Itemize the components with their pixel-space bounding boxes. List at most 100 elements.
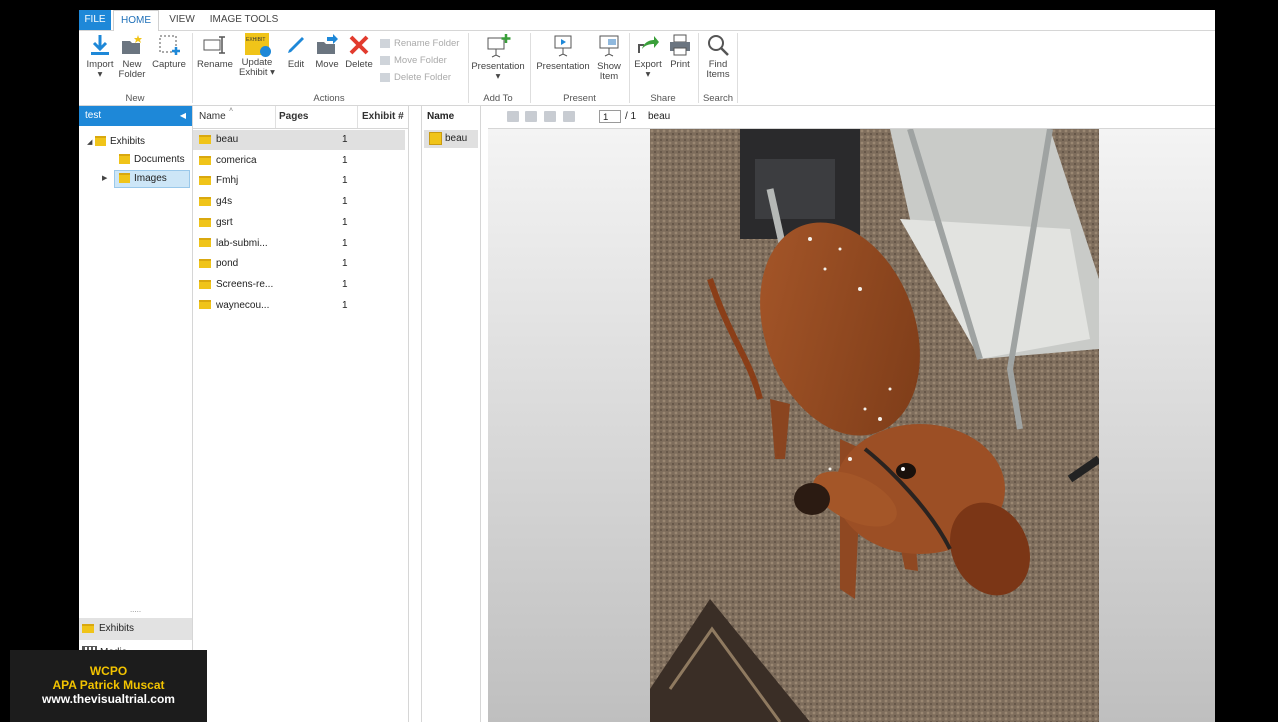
folder-icon bbox=[119, 154, 130, 165]
nav-label: Exhibits bbox=[99, 623, 135, 634]
new-folder-button[interactable]: New Folder bbox=[117, 33, 147, 80]
page-item[interactable]: beau bbox=[424, 130, 478, 148]
next-page-button[interactable] bbox=[544, 111, 556, 122]
row-pages: 1 bbox=[342, 299, 348, 311]
rename-button[interactable]: Rename bbox=[197, 33, 233, 70]
image-viewer: 1 / 1 beau bbox=[488, 106, 1215, 722]
document-name: beau bbox=[648, 111, 671, 122]
page-item-label: beau bbox=[445, 133, 468, 144]
row-name-text: g4s bbox=[216, 196, 233, 208]
pencil-icon bbox=[288, 37, 304, 53]
table-row[interactable]: pond 1 bbox=[193, 254, 405, 274]
row-pages: 1 bbox=[342, 278, 348, 290]
row-name-text: gsrt bbox=[216, 216, 233, 228]
presentation-button[interactable]: Presentation bbox=[535, 33, 591, 72]
tree-node-documents[interactable]: Documents bbox=[119, 152, 185, 168]
case-name: test bbox=[85, 110, 102, 121]
ribbon: Import ▾ New Folder Capture New Rename EX… bbox=[79, 31, 1215, 106]
table-row[interactable]: beau 1 bbox=[193, 130, 405, 150]
show-item-button[interactable]: Show Item bbox=[593, 33, 625, 82]
exhibit-update-icon: EXHIBIT bbox=[245, 33, 271, 57]
delete-folder-label: Delete Folder bbox=[394, 72, 452, 83]
tree-node-exhibits[interactable]: ◢ Exhibits bbox=[87, 134, 145, 150]
table-row[interactable]: g4s 1 bbox=[193, 192, 405, 212]
rename-label: Rename bbox=[197, 59, 233, 70]
exhibit-icon bbox=[199, 155, 211, 165]
delete-label: Delete bbox=[345, 59, 373, 70]
row-pages: 1 bbox=[342, 237, 348, 249]
delete-button[interactable]: Delete bbox=[343, 33, 375, 70]
row-name-text: lab-submi... bbox=[216, 237, 268, 249]
rename-folder-button[interactable]: Rename Folder bbox=[380, 37, 459, 50]
row-name-text: beau bbox=[216, 134, 239, 145]
delete-folder-button[interactable]: Delete Folder bbox=[380, 71, 451, 84]
table-row[interactable]: comerica 1 bbox=[193, 151, 405, 171]
print-button[interactable]: Print bbox=[666, 33, 694, 70]
capture-button[interactable]: Capture bbox=[151, 33, 187, 70]
table-row[interactable]: lab-submi... 1 bbox=[193, 234, 405, 254]
table-row[interactable]: waynecou... 1 bbox=[193, 296, 405, 316]
row-name: comerica bbox=[199, 151, 257, 171]
dog-photo bbox=[650, 129, 1099, 722]
expanded-arrow-icon[interactable]: ◢ bbox=[87, 135, 95, 151]
page-number-input[interactable]: 1 bbox=[599, 110, 621, 123]
previous-page-button[interactable] bbox=[525, 111, 537, 122]
move-button[interactable]: Move bbox=[313, 33, 341, 70]
exhibit-image[interactable] bbox=[650, 129, 1099, 722]
group-separator bbox=[737, 33, 738, 103]
rename-folder-icon bbox=[380, 38, 390, 48]
move-folder-button[interactable]: Move Folder bbox=[380, 54, 447, 67]
table-row[interactable]: gsrt 1 bbox=[193, 213, 405, 233]
row-name: waynecou... bbox=[199, 296, 269, 316]
exhibit-icon bbox=[199, 279, 211, 289]
tree-node-images-expander[interactable]: ▶ bbox=[102, 170, 110, 186]
exhibit-icon bbox=[199, 300, 211, 310]
tab-view[interactable]: VIEW bbox=[165, 10, 199, 30]
watermark-url: www.thevisualtrial.com bbox=[42, 692, 175, 706]
row-name: lab-submi... bbox=[199, 234, 268, 254]
column-label: Name bbox=[199, 111, 226, 122]
collapse-panel-icon[interactable]: ◀ bbox=[180, 106, 186, 126]
rename-folder-label: Rename Folder bbox=[394, 38, 460, 49]
tab-home[interactable]: HOME bbox=[113, 10, 159, 32]
watermark-overlay: WCPO APA Patrick Muscat www.thevisualtri… bbox=[10, 650, 207, 722]
export-button[interactable]: Export ▾ bbox=[632, 33, 664, 80]
collapsed-arrow-icon[interactable]: ▶ bbox=[102, 171, 110, 187]
edit-button[interactable]: Edit bbox=[283, 33, 309, 70]
column-header-name[interactable]: Name ˄ bbox=[193, 106, 276, 128]
ribbon-tabs: FILE HOME VIEW IMAGE TOOLS bbox=[79, 10, 1215, 32]
page-total: / 1 bbox=[625, 111, 637, 122]
column-header-exhibit-number[interactable]: Exhibit # bbox=[358, 106, 406, 128]
group-label-add-to: Add To bbox=[483, 93, 513, 104]
print-label: Print bbox=[670, 59, 690, 70]
column-header-pages[interactable]: Pages bbox=[275, 106, 358, 128]
group-label-new: New bbox=[125, 93, 145, 104]
move-folder-label: Move Folder bbox=[394, 55, 447, 66]
tree-label: Documents bbox=[134, 154, 185, 165]
capture-icon bbox=[159, 35, 180, 55]
row-pages: 1 bbox=[342, 134, 348, 145]
last-page-button[interactable] bbox=[563, 111, 575, 122]
app-window: FILE HOME VIEW IMAGE TOOLS Import ▾ New F… bbox=[79, 10, 1215, 722]
group-label-search: Search bbox=[702, 93, 734, 104]
exhibit-icon bbox=[199, 176, 211, 186]
first-page-button[interactable] bbox=[507, 111, 519, 122]
page-thumb-icon bbox=[429, 131, 442, 145]
tab-image-tools[interactable]: IMAGE TOOLS bbox=[209, 10, 279, 30]
table-row[interactable]: Fmhj 1 bbox=[193, 171, 405, 191]
find-items-button[interactable]: Find Items bbox=[703, 33, 733, 80]
table-row[interactable]: Screens-re... 1 bbox=[193, 275, 405, 295]
tab-file[interactable]: FILE bbox=[79, 10, 111, 30]
nav-exhibits[interactable]: Exhibits bbox=[79, 618, 192, 640]
update-exhibit-button[interactable]: EXHIBIT Update Exhibit ▾ bbox=[237, 33, 277, 78]
row-name: Screens-re... bbox=[199, 275, 273, 295]
tree-node-images[interactable]: Images bbox=[114, 170, 190, 188]
case-header[interactable]: test ◀ bbox=[79, 106, 192, 126]
add-to-presentation-button[interactable]: Presentation ▾ bbox=[471, 33, 525, 82]
row-name-text: Fmhj bbox=[216, 175, 239, 187]
row-pages: 1 bbox=[342, 196, 348, 208]
case-tree-panel: test ◀ ◢ Exhibits Documents ▶ Images ....… bbox=[79, 106, 193, 722]
splitter-handle[interactable]: ..... bbox=[79, 606, 192, 614]
import-button[interactable]: Import ▾ bbox=[85, 33, 115, 80]
row-name-text: pond bbox=[216, 258, 239, 270]
